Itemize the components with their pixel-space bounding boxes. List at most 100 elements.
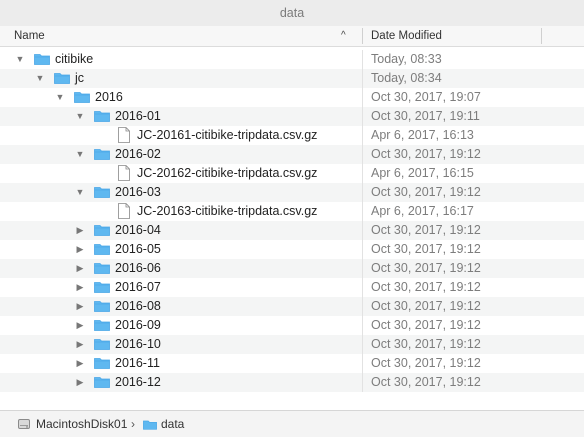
folder-name: 2016-08	[115, 299, 161, 313]
file-row[interactable]: JC-20162-citibike-tripdata.csv.gz Apr 6, …	[0, 164, 584, 183]
disclosure-triangle-right-icon[interactable]: ▶	[74, 221, 86, 240]
column-divider	[362, 126, 363, 145]
folder-name: 2016-04	[115, 223, 161, 237]
folder-name: 2016-10	[115, 337, 161, 351]
folder-icon	[54, 73, 70, 84]
column-divider[interactable]	[541, 28, 542, 44]
disclosure-triangle-down-icon[interactable]: ▼	[74, 145, 86, 164]
folder-icon	[94, 225, 110, 236]
folder-row[interactable]: ▼ 2016-01 Oct 30, 2017, 19:11	[0, 107, 584, 126]
folder-icon	[94, 320, 110, 331]
folder-icon	[94, 111, 110, 122]
date-modified-cell: Oct 30, 2017, 19:12	[371, 280, 481, 294]
folder-name: 2016-12	[115, 375, 161, 389]
date-modified-cell: Today, 08:34	[371, 71, 442, 85]
folder-row[interactable]: ▼ 2016-03 Oct 30, 2017, 19:12	[0, 183, 584, 202]
folder-row[interactable]: ▶ 2016-11 Oct 30, 2017, 19:12	[0, 354, 584, 373]
file-name: JC-20161-citibike-tripdata.csv.gz	[137, 128, 318, 142]
folder-icon	[94, 263, 110, 274]
disclosure-triangle-down-icon[interactable]: ▼	[74, 107, 86, 126]
disclosure-triangle-right-icon[interactable]: ▶	[74, 373, 86, 392]
folder-row[interactable]: ▶ 2016-09 Oct 30, 2017, 19:12	[0, 316, 584, 335]
date-modified-column-header[interactable]: Date Modified	[371, 26, 442, 46]
sort-ascending-icon[interactable]: ^	[341, 26, 346, 46]
document-icon	[118, 127, 130, 143]
date-modified-cell: Oct 30, 2017, 19:12	[371, 147, 481, 161]
folder-icon	[94, 339, 110, 350]
path-folder-label[interactable]: data	[161, 411, 184, 437]
folder-name: 2016-05	[115, 242, 161, 256]
disclosure-triangle-down-icon[interactable]: ▼	[34, 69, 46, 88]
folder-row[interactable]: ▼ 2016 Oct 30, 2017, 19:07	[0, 88, 584, 107]
document-icon	[118, 203, 130, 219]
column-divider	[362, 373, 363, 392]
date-modified-cell: Apr 6, 2017, 16:17	[371, 204, 474, 218]
folder-icon	[94, 377, 110, 388]
date-modified-cell: Oct 30, 2017, 19:11	[371, 109, 480, 123]
date-modified-cell: Oct 30, 2017, 19:12	[371, 375, 481, 389]
folder-icon	[94, 358, 110, 369]
window-title: data	[0, 0, 584, 27]
folder-name: 2016	[95, 90, 123, 104]
folder-row[interactable]: ▼ 2016-02 Oct 30, 2017, 19:12	[0, 145, 584, 164]
disclosure-triangle-down-icon[interactable]: ▼	[14, 50, 26, 69]
folder-row[interactable]: ▶ 2016-08 Oct 30, 2017, 19:12	[0, 297, 584, 316]
disclosure-triangle-right-icon[interactable]: ▶	[74, 240, 86, 259]
disclosure-triangle-right-icon[interactable]: ▶	[74, 354, 86, 373]
disclosure-triangle-right-icon[interactable]: ▶	[74, 316, 86, 335]
column-divider	[362, 354, 363, 373]
folder-icon	[94, 282, 110, 293]
date-modified-cell: Oct 30, 2017, 19:12	[371, 242, 481, 256]
folder-row[interactable]: ▶ 2016-10 Oct 30, 2017, 19:12	[0, 335, 584, 354]
column-divider	[362, 335, 363, 354]
folder-name: 2016-03	[115, 185, 161, 199]
column-divider	[362, 145, 363, 164]
date-modified-cell: Today, 08:33	[371, 52, 442, 66]
folder-name: jc	[75, 71, 85, 85]
disclosure-triangle-down-icon[interactable]: ▼	[74, 183, 86, 202]
column-divider	[362, 183, 363, 202]
column-divider	[362, 316, 363, 335]
hard-disk-icon[interactable]	[18, 418, 30, 430]
disclosure-triangle-down-icon[interactable]: ▼	[54, 88, 66, 107]
date-modified-cell: Oct 30, 2017, 19:12	[371, 337, 481, 351]
folder-row[interactable]: ▶ 2016-06 Oct 30, 2017, 19:12	[0, 259, 584, 278]
folder-icon	[74, 92, 90, 103]
disclosure-triangle-right-icon[interactable]: ▶	[74, 335, 86, 354]
folder-name: 2016-11	[115, 356, 160, 370]
folder-name: 2016-07	[115, 280, 161, 294]
folder-row[interactable]: ▶ 2016-12 Oct 30, 2017, 19:12	[0, 373, 584, 392]
file-row[interactable]: JC-20161-citibike-tripdata.csv.gz Apr 6, …	[0, 126, 584, 145]
folder-name: 2016-06	[115, 261, 161, 275]
date-modified-cell: Oct 30, 2017, 19:12	[371, 261, 481, 275]
name-column-header[interactable]: Name	[14, 26, 45, 46]
column-divider	[362, 69, 363, 88]
path-bar: MacintoshDisk01 › data	[0, 410, 584, 437]
folder-row[interactable]: ▶ 2016-05 Oct 30, 2017, 19:12	[0, 240, 584, 259]
path-disk-label[interactable]: MacintoshDisk01	[36, 411, 127, 437]
column-divider	[362, 278, 363, 297]
folder-icon	[34, 54, 50, 65]
disclosure-triangle-right-icon[interactable]: ▶	[74, 297, 86, 316]
date-modified-cell: Oct 30, 2017, 19:12	[371, 356, 481, 370]
folder-name: citibike	[55, 52, 94, 66]
folder-row[interactable]: ▼ jc Today, 08:34	[0, 69, 584, 88]
folder-icon[interactable]	[143, 419, 157, 430]
folder-row[interactable]: ▶ 2016-07 Oct 30, 2017, 19:12	[0, 278, 584, 297]
date-modified-cell: Apr 6, 2017, 16:13	[371, 128, 474, 142]
date-modified-cell: Oct 30, 2017, 19:12	[371, 223, 481, 237]
folder-row[interactable]: ▶ 2016-04 Oct 30, 2017, 19:12	[0, 221, 584, 240]
column-divider	[362, 88, 363, 107]
file-row[interactable]: JC-20163-citibike-tripdata.csv.gz Apr 6, …	[0, 202, 584, 221]
folder-row[interactable]: ▼ citibike Today, 08:33	[0, 50, 584, 69]
path-separator-icon: ›	[131, 417, 135, 431]
disclosure-triangle-right-icon[interactable]: ▶	[74, 259, 86, 278]
date-modified-cell: Oct 30, 2017, 19:12	[371, 318, 481, 332]
date-modified-cell: Oct 30, 2017, 19:12	[371, 299, 481, 313]
folder-name: 2016-01	[115, 109, 161, 123]
disclosure-triangle-right-icon[interactable]: ▶	[74, 278, 86, 297]
folder-name: 2016-02	[115, 147, 161, 161]
date-modified-cell: Apr 6, 2017, 16:15	[371, 166, 474, 180]
column-divider[interactable]	[362, 28, 363, 44]
file-name: JC-20162-citibike-tripdata.csv.gz	[137, 166, 318, 180]
